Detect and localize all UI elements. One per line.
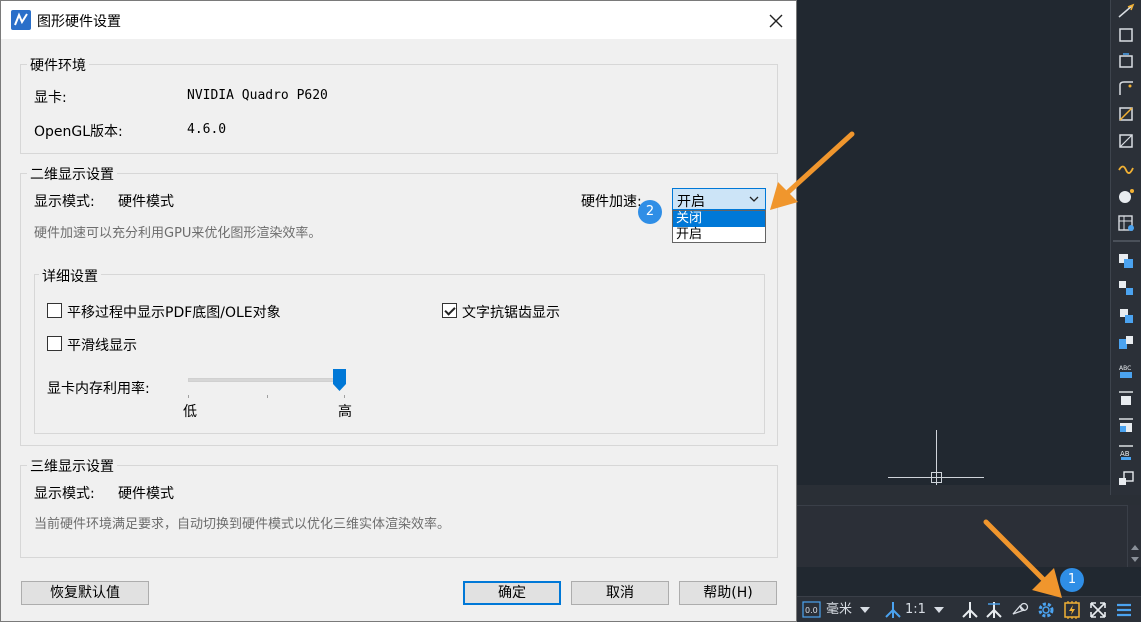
scale-icon-text: 0.0: [805, 606, 818, 615]
scroll-up-icon[interactable]: [1131, 545, 1139, 550]
display-3d-hint: 当前硬件环境满足要求，自动切换到硬件模式以优化三维实体渲染效率。: [34, 517, 451, 532]
command-line-area[interactable]: [797, 505, 1127, 567]
crosshair-pickbox: [931, 472, 942, 483]
hw-accel-select[interactable]: 开启: [672, 188, 766, 210]
smooth-line-label[interactable]: 平滑线显示: [67, 335, 137, 355]
vram-slider-thumb[interactable]: [333, 369, 346, 391]
vram-slider-track[interactable]: [188, 378, 345, 382]
hw-accel-option-off[interactable]: 关闭: [673, 211, 765, 227]
menu-icon[interactable]: [1114, 600, 1134, 620]
display-3d-title: 三维显示设置: [27, 456, 117, 476]
unit-selector[interactable]: 毫米: [826, 601, 872, 619]
smooth-line-checkbox[interactable]: [47, 336, 62, 351]
graphics-hardware-settings-dialog: 图形硬件设置 硬件环境 显卡: NVIDIA Quadro P620 OpenG…: [0, 0, 797, 622]
opengl-label: OpenGL版本:: [34, 124, 123, 140]
pan-pdf-checkbox[interactable]: [47, 303, 62, 318]
annotation-visibility-icon[interactable]: [883, 600, 903, 620]
spline-tool-icon[interactable]: [1115, 158, 1137, 180]
ok-button[interactable]: 确定: [463, 581, 561, 605]
mirror-tool-icon[interactable]: [1115, 332, 1137, 354]
close-icon: [769, 14, 783, 28]
display-3d-group: [20, 465, 778, 558]
chevron-down-icon: [933, 607, 944, 613]
pan-pdf-label[interactable]: 平移过程中显示PDF底图/OLE对象: [67, 302, 281, 322]
annotation-sync-icon[interactable]: [984, 600, 1004, 620]
display-2d-mode-value: 硬件模式: [118, 194, 174, 210]
line-tool-icon[interactable]: [1115, 0, 1137, 22]
rectangle-tool-icon[interactable]: [1115, 24, 1137, 46]
isolate-objects-icon[interactable]: [1010, 600, 1030, 620]
slider-tick: [344, 395, 345, 398]
gpu-label: 显卡:: [34, 90, 67, 106]
app-logo-icon: [11, 10, 31, 30]
display-3d-mode-value: 硬件模式: [118, 486, 174, 502]
block-tool-icon[interactable]: [1115, 414, 1137, 436]
details-title: 详细设置: [39, 266, 101, 286]
vram-high-label: 高: [338, 404, 352, 420]
display-2d-mode-label: 显示模式:: [34, 194, 95, 210]
text-style-icon[interactable]: ABC: [1115, 360, 1137, 382]
dialog-title: 图形硬件设置: [37, 14, 121, 30]
svg-text:ABC: ABC: [1119, 365, 1131, 372]
display-2d-title: 二维显示设置: [27, 164, 117, 184]
rotate-tool-icon[interactable]: [1115, 304, 1137, 326]
fullscreen-icon[interactable]: [1088, 600, 1108, 620]
annotation-autoscale-icon[interactable]: [960, 600, 980, 620]
slider-tick: [267, 395, 268, 398]
slider-tick: [188, 395, 189, 398]
unit-label: 毫米: [826, 602, 853, 617]
text-antialias-checkbox[interactable]: [442, 303, 457, 318]
toolbar-separator: [1113, 240, 1140, 242]
hw-accel-option-on[interactable]: 开启: [673, 227, 765, 243]
vram-low-label: 低: [183, 404, 197, 420]
hw-accel-dropdown-list: 关闭 开启: [672, 210, 766, 243]
stretch-tool-icon[interactable]: [1115, 50, 1137, 72]
text-antialias-label[interactable]: 文字抗锯齿显示: [462, 302, 560, 322]
chevron-down-icon: [860, 607, 871, 613]
opengl-value: 4.6.0: [187, 122, 227, 137]
scale-selector[interactable]: 1:1: [905, 601, 946, 619]
close-button[interactable]: [761, 7, 791, 35]
attribute-tool-icon[interactable]: AB: [1115, 441, 1137, 463]
display-2d-hint: 硬件加速可以充分利用GPU来优化图形渲染效率。: [34, 226, 322, 241]
vram-slider-fill: [189, 379, 344, 381]
vram-label: 显卡内存利用率:: [47, 381, 150, 397]
chamfer-tool-icon[interactable]: [1115, 103, 1137, 125]
table-tool-icon[interactable]: [1115, 212, 1137, 234]
callout-badge-2: 2: [638, 200, 662, 224]
display-3d-mode-label: 显示模式:: [34, 486, 95, 502]
scroll-down-icon[interactable]: [1131, 557, 1139, 562]
dialog-titlebar[interactable]: 图形硬件设置: [1, 1, 796, 39]
gpu-value: NVIDIA Quadro P620: [187, 88, 328, 103]
sphere-tool-icon[interactable]: [1115, 185, 1137, 207]
status-bar: 0.0 毫米 1:1: [797, 596, 1141, 622]
callout-badge-1: 1: [1060, 568, 1084, 592]
chevron-down-icon: [749, 196, 759, 202]
details-group: [34, 274, 765, 434]
annotation-scale-icon[interactable]: 0.0: [802, 600, 822, 620]
hw-accel-label: 硬件加速:: [581, 194, 642, 210]
hw-accel-selected: 开启: [677, 194, 705, 210]
svg-text:AB: AB: [1120, 450, 1130, 458]
right-modify-toolbar: ABC AB: [1110, 0, 1141, 495]
workspace-gear-icon[interactable]: [1036, 600, 1056, 620]
trim-tool-icon[interactable]: [1115, 130, 1137, 152]
fillet-tool-icon[interactable]: [1115, 77, 1137, 99]
move-tool-icon[interactable]: [1115, 277, 1137, 299]
copy-tool-icon[interactable]: [1115, 250, 1137, 272]
scale-label: 1:1: [905, 602, 926, 617]
insert-tool-icon[interactable]: [1115, 468, 1137, 490]
hardware-env-title: 硬件环境: [27, 55, 89, 75]
restore-defaults-button[interactable]: 恢复默认值: [21, 581, 149, 605]
cancel-button[interactable]: 取消: [571, 581, 669, 605]
hardware-acceleration-icon[interactable]: [1062, 600, 1082, 620]
command-scrollbar[interactable]: [1127, 505, 1141, 567]
hardware-env-group: [20, 64, 778, 154]
layout-tab-strip: [797, 485, 1141, 505]
help-button[interactable]: 帮助(H): [679, 581, 777, 605]
dimension-tool-icon[interactable]: [1115, 387, 1137, 409]
